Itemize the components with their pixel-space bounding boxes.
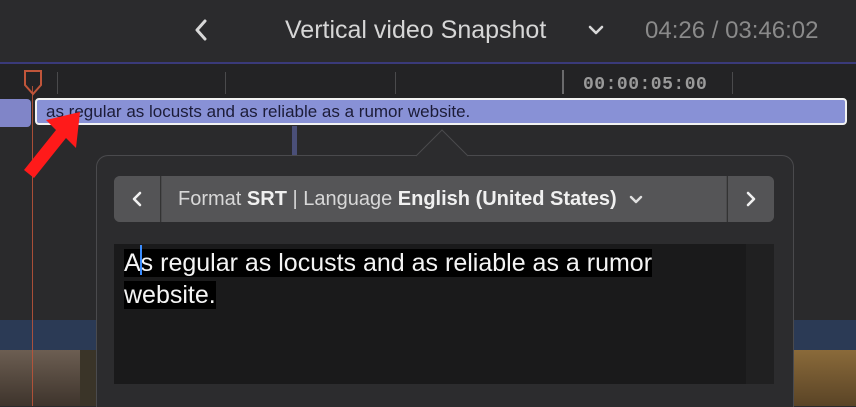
ruler-time-label: 00:00:05:00 bbox=[583, 75, 708, 95]
popover-pointer bbox=[416, 129, 468, 157]
editor-scroll-area bbox=[746, 244, 774, 384]
timeline-ruler[interactable] bbox=[0, 64, 856, 100]
caption-text[interactable]: As regular as locusts and as reliable as… bbox=[124, 247, 734, 311]
chevron-down-icon bbox=[629, 195, 642, 203]
ruler-tick bbox=[732, 72, 733, 94]
ruler-tick bbox=[562, 70, 564, 94]
chevron-left-icon bbox=[132, 191, 142, 207]
timeline-header: Vertical video Snapshot 04:26 / 03:46:02 bbox=[0, 0, 856, 64]
language-value: English (United States) bbox=[397, 187, 617, 210]
separator: | bbox=[292, 187, 298, 210]
video-thumbnail bbox=[0, 350, 80, 406]
format-value: SRT bbox=[246, 187, 287, 210]
video-thumbnail bbox=[792, 350, 856, 406]
project-title[interactable]: Vertical video Snapshot bbox=[285, 16, 546, 45]
chevron-down-icon bbox=[588, 25, 604, 35]
text-caret bbox=[140, 245, 142, 275]
playhead-icon[interactable] bbox=[24, 70, 42, 96]
lane-marker bbox=[292, 126, 297, 156]
chevron-left-icon bbox=[195, 19, 207, 41]
language-label: Language bbox=[303, 187, 393, 210]
format-label: Format bbox=[178, 187, 242, 210]
back-button[interactable] bbox=[186, 14, 216, 46]
caption-line-1: As regular as locusts and as reliable as… bbox=[124, 249, 653, 277]
format-language-dropdown[interactable]: Format SRT | Language English (United St… bbox=[162, 176, 726, 222]
caption-toolbar: Format SRT | Language English (United St… bbox=[114, 176, 774, 222]
previous-caption-button[interactable] bbox=[114, 176, 161, 222]
chevron-right-icon bbox=[746, 191, 756, 207]
format-language-text: Format SRT | Language English (United St… bbox=[178, 188, 617, 211]
caption-line-2: website. bbox=[124, 281, 216, 309]
timecode-display: 04:26 / 03:46:02 bbox=[645, 17, 819, 44]
project-menu-button[interactable] bbox=[585, 18, 607, 42]
caption-clip[interactable]: as regular as locusts and as reliable as… bbox=[35, 98, 847, 125]
ruler-tick bbox=[395, 72, 396, 94]
ruler-tick bbox=[57, 72, 58, 94]
annotation-arrow-icon bbox=[24, 112, 80, 178]
next-caption-button[interactable] bbox=[727, 176, 774, 222]
ruler-tick bbox=[225, 72, 226, 94]
